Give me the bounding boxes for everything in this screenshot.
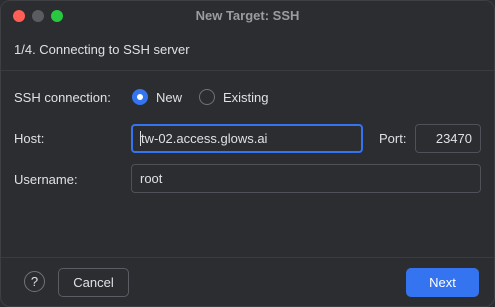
username-label: Username: (14, 172, 78, 187)
ssh-connection-label: SSH connection: (14, 90, 111, 105)
help-button[interactable]: ? (24, 271, 45, 292)
new-target-ssh-dialog: New Target: SSH 1/4. Connecting to SSH s… (0, 0, 495, 307)
radio-existing-label[interactable]: Existing (223, 90, 269, 105)
username-input[interactable]: root (131, 164, 481, 193)
footer-divider (1, 257, 494, 258)
radio-existing[interactable] (199, 89, 215, 105)
cancel-button[interactable]: Cancel (58, 268, 129, 297)
host-label: Host: (14, 131, 45, 146)
title-bar: New Target: SSH (1, 1, 494, 31)
radio-new-label[interactable]: New (156, 90, 182, 105)
step-title: 1/4. Connecting to SSH server (14, 42, 190, 57)
host-input[interactable]: tw-02.access.glows.ai (131, 124, 363, 153)
next-button[interactable]: Next (406, 268, 479, 297)
window-title: New Target: SSH (195, 8, 300, 23)
radio-new[interactable] (132, 89, 148, 105)
port-input[interactable]: 23470 (415, 124, 481, 153)
header-divider (1, 70, 494, 71)
port-label: Port: (379, 131, 407, 146)
host-input-value: tw-02.access.glows.ai (141, 131, 268, 146)
